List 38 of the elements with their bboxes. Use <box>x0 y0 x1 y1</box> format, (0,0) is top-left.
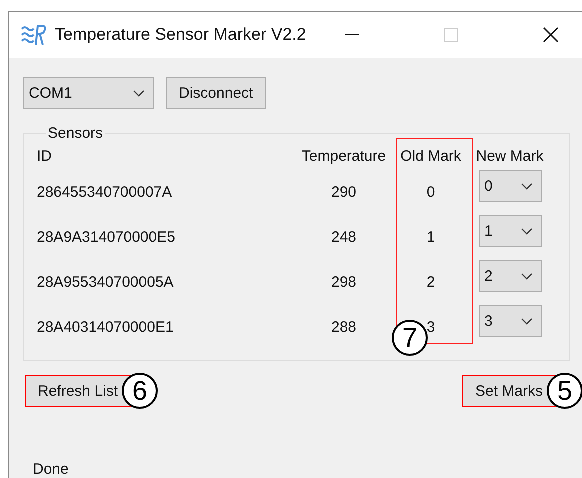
refresh-list-button[interactable]: Refresh List <box>25 375 132 407</box>
status-text: Done <box>33 461 70 478</box>
chevron-down-icon <box>520 228 532 234</box>
temperature-value: 248 <box>331 228 357 248</box>
temperature-value: 288 <box>331 318 357 338</box>
chevron-down-icon <box>133 90 145 96</box>
sensor-id: 28A9A314070000E5 <box>37 228 176 248</box>
new-mark-dropdown[interactable]: 1 <box>478 215 542 247</box>
column-header: New Mark <box>476 147 544 167</box>
old-mark-value: 2 <box>426 273 436 293</box>
callout-number: 6 <box>122 373 158 409</box>
minimize-icon[interactable] <box>345 34 359 36</box>
column-header: ID <box>37 147 52 167</box>
disconnect-button[interactable]: Disconnect <box>166 77 266 109</box>
callout-number: 7 <box>392 320 428 356</box>
sensor-id: 28A40314070000E1 <box>37 318 174 338</box>
set-marks-button[interactable]: Set Marks <box>462 375 556 407</box>
old-mark-value: 3 <box>426 318 436 338</box>
callout-number: 5 <box>547 373 582 409</box>
app-logo-icon <box>21 23 47 47</box>
chevron-down-icon <box>520 272 532 280</box>
window-title: Temperature Sensor Marker V2.2 <box>55 25 306 45</box>
new-mark-dropdown[interactable]: 3 <box>478 305 542 337</box>
old-mark-value: 0 <box>426 183 436 203</box>
column-header: Temperature <box>302 147 386 167</box>
chevron-down-icon <box>520 182 532 190</box>
temperature-value: 290 <box>331 183 357 203</box>
sensor-id: 28A955340700005A <box>37 273 174 293</box>
old-mark-value: 1 <box>426 228 436 248</box>
port-dropdown[interactable]: COM1 <box>23 77 154 109</box>
temperature-value: 298 <box>331 273 357 293</box>
group-title: Sensors <box>47 125 104 142</box>
sensor-id: 286455340700007A <box>37 183 172 203</box>
close-icon[interactable] <box>543 27 559 43</box>
column-header: Old Mark <box>400 147 462 167</box>
new-mark-dropdown[interactable]: 0 <box>478 170 542 202</box>
new-mark-dropdown[interactable]: 2 <box>478 260 542 292</box>
chevron-down-icon <box>520 318 532 324</box>
